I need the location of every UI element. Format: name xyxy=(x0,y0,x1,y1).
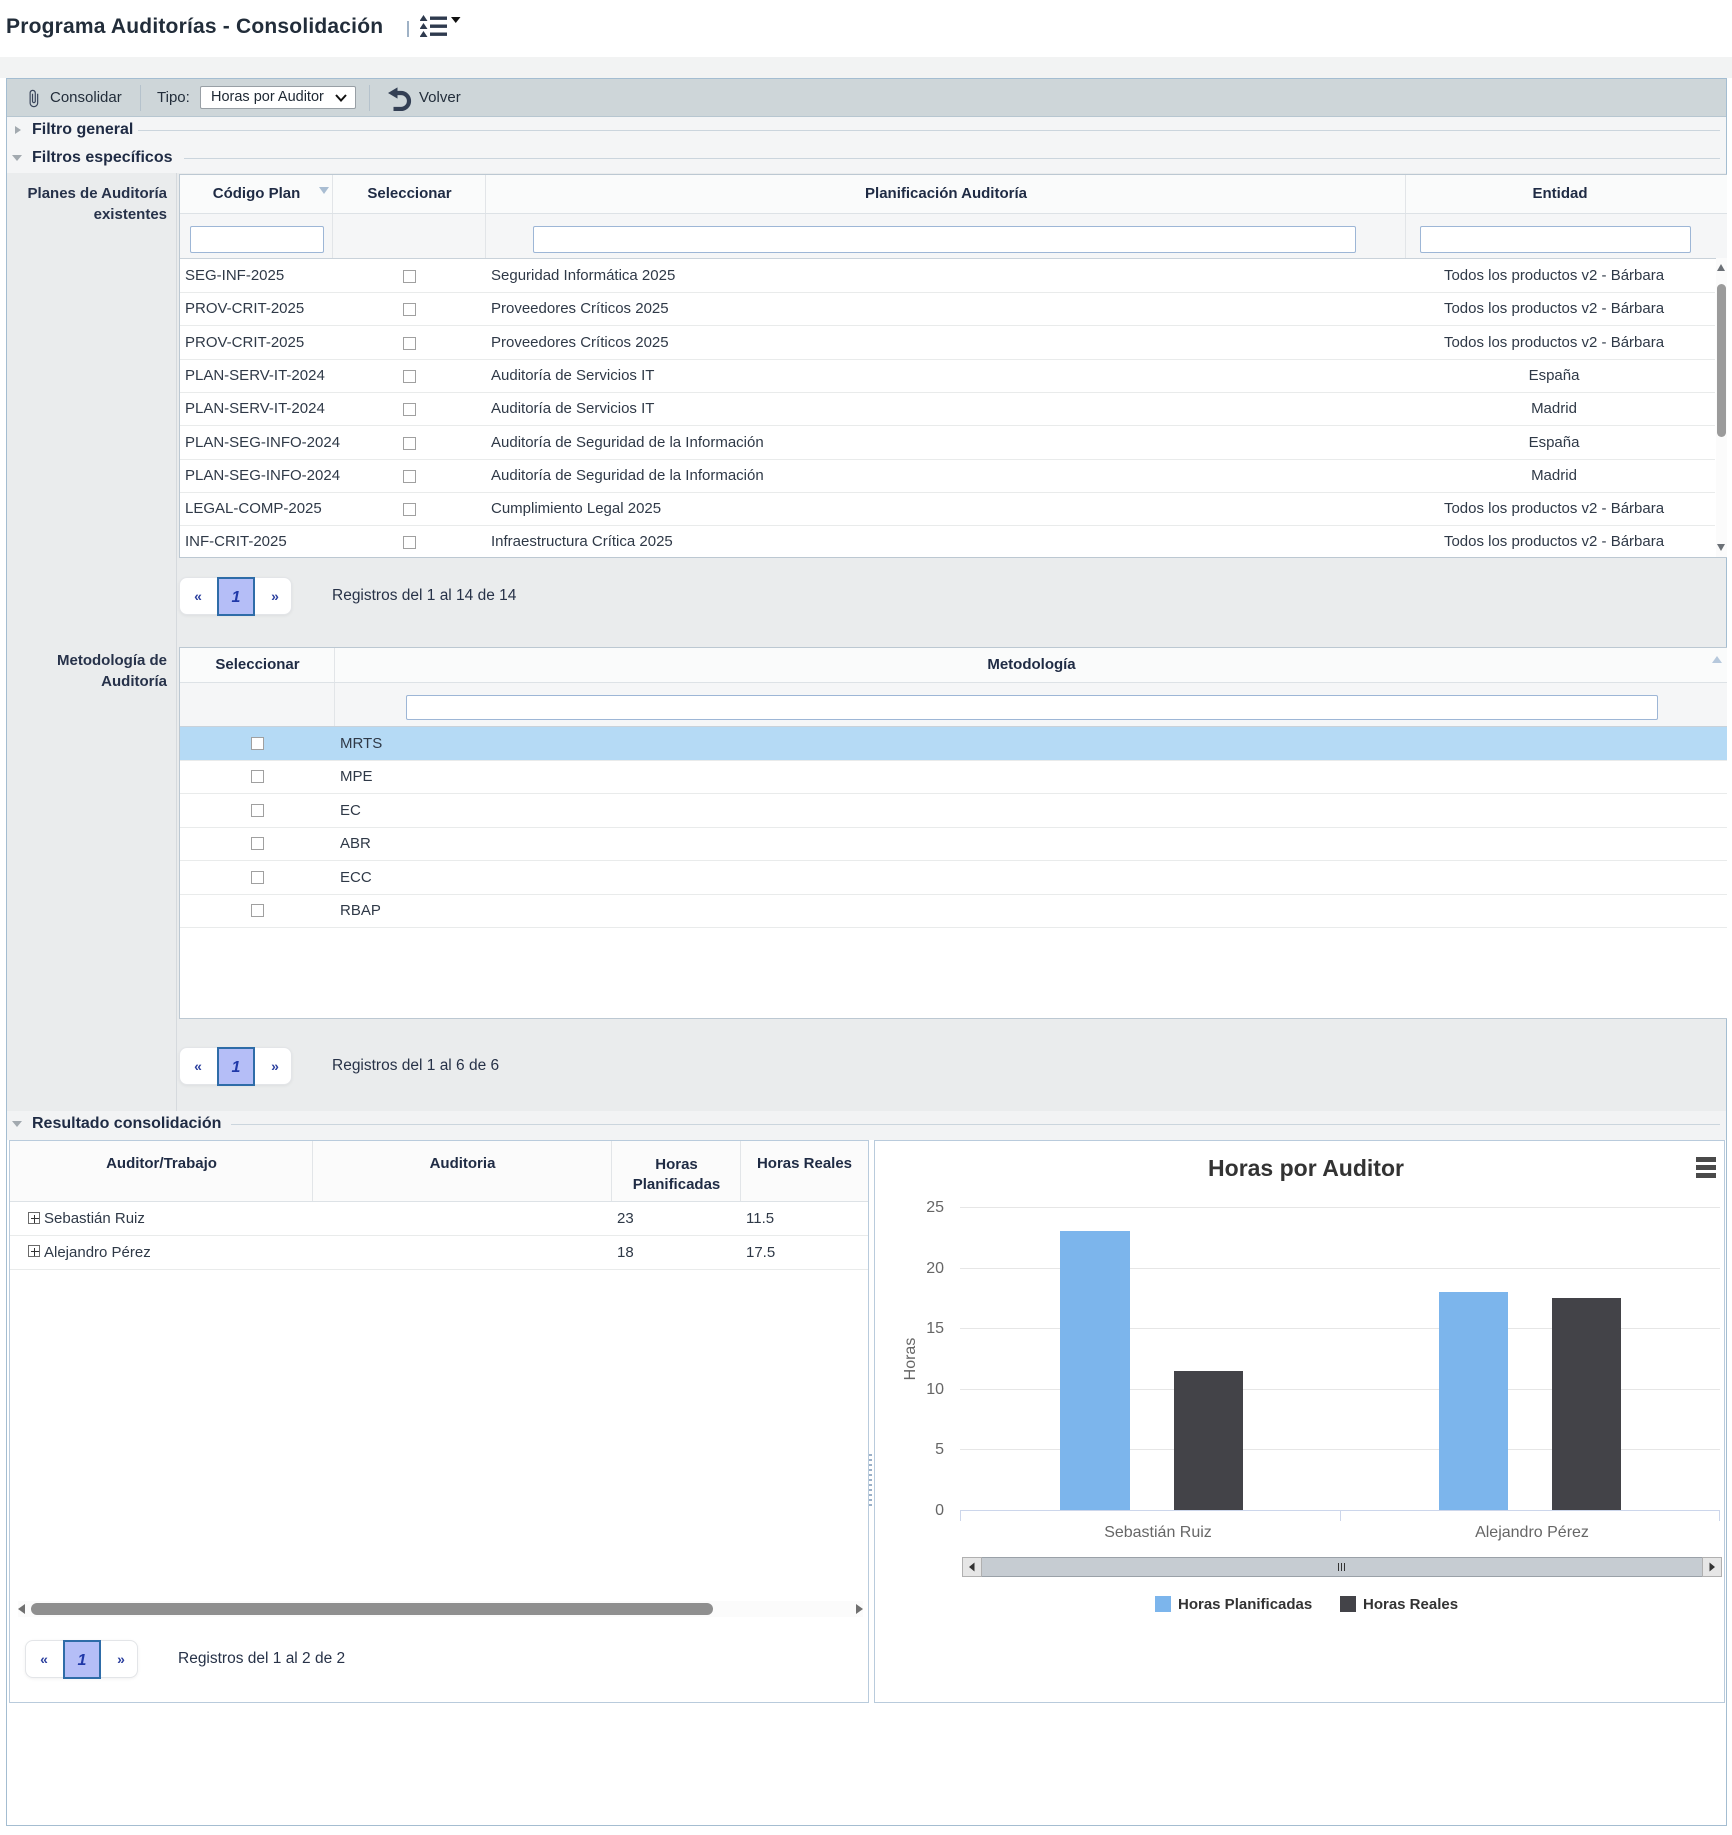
svg-text:Alejandro Pérez: Alejandro Pérez xyxy=(1475,1524,1589,1541)
svg-text:10: 10 xyxy=(926,1381,944,1398)
svg-text:Horas Planificadas: Horas Planificadas xyxy=(1178,1596,1312,1613)
svg-text:Sebastián Ruiz: Sebastián Ruiz xyxy=(1104,1524,1212,1541)
svg-text:25: 25 xyxy=(926,1199,944,1216)
svg-text:5: 5 xyxy=(935,1441,944,1458)
svg-text:Horas Reales: Horas Reales xyxy=(1363,1596,1458,1613)
svg-text:0: 0 xyxy=(935,1502,944,1519)
svg-text:Horas por Auditor: Horas por Auditor xyxy=(1208,1155,1404,1181)
svg-text:15: 15 xyxy=(926,1320,944,1337)
svg-text:Horas: Horas xyxy=(902,1338,919,1381)
svg-text:20: 20 xyxy=(926,1260,944,1277)
